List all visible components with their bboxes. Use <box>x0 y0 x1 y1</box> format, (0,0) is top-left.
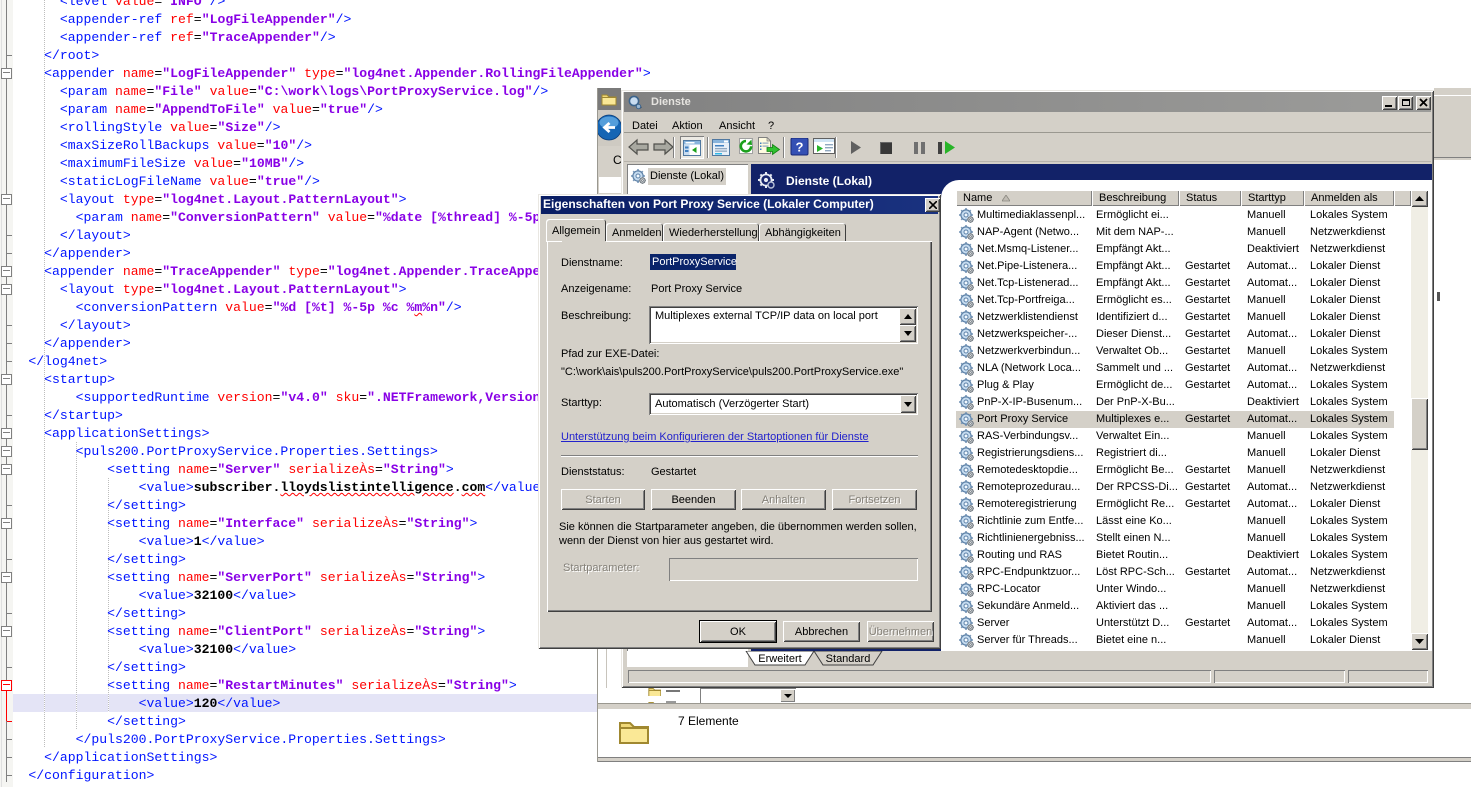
svg-text:?: ? <box>796 140 804 155</box>
svg-text:Erweitert: Erweitert <box>758 653 801 665</box>
svg-text:Standard: Standard <box>826 653 871 665</box>
